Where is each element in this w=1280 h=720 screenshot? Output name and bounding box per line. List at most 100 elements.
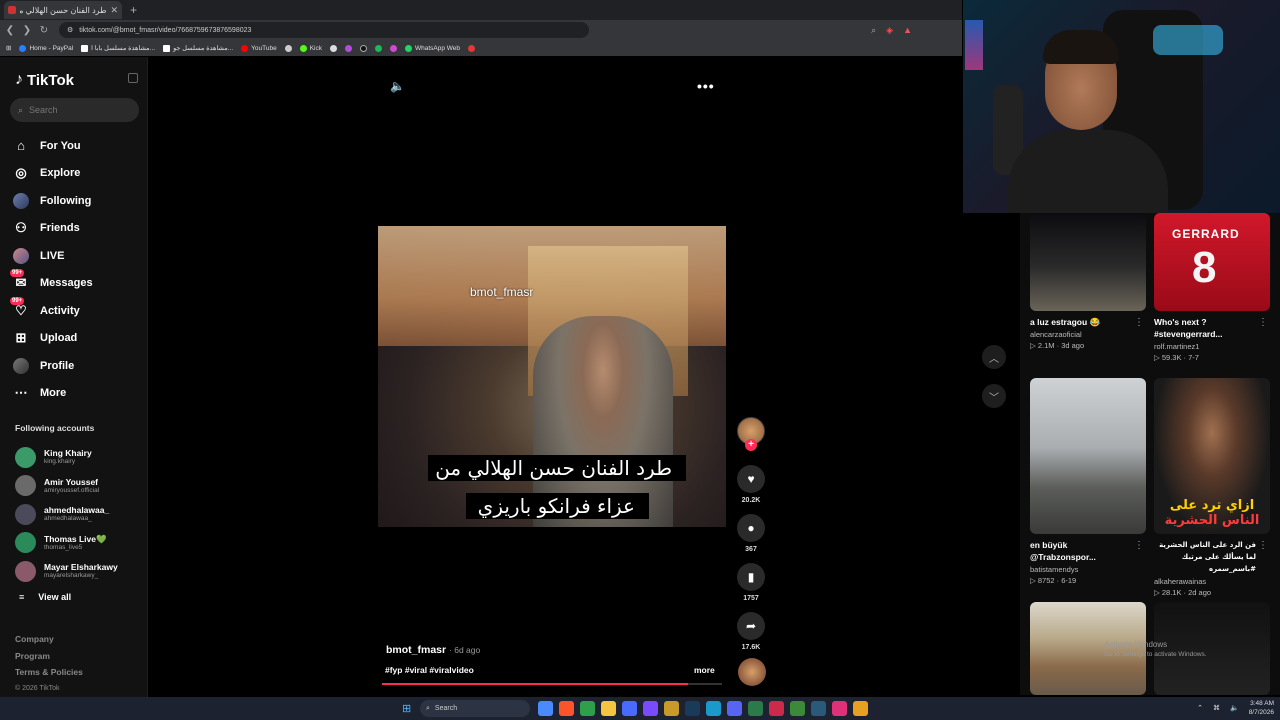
- more-button[interactable]: more: [694, 665, 715, 675]
- zoom-icon[interactable]: ⌕: [871, 25, 876, 36]
- video-player[interactable]: bmot_fmasr طرد الفنان حسن الهلالي من عزا…: [378, 226, 726, 527]
- share-button[interactable]: ➦ 17.6K: [735, 612, 767, 651]
- volume-tray-icon[interactable]: 🔈: [1230, 704, 1239, 712]
- nav-messages[interactable]: ✉ 99+ Messages: [10, 269, 142, 298]
- windows-start-icon[interactable]: ⊞: [402, 702, 411, 715]
- nav-more[interactable]: ⋯ More: [12, 380, 142, 408]
- new-tab-icon[interactable]: +: [130, 3, 137, 17]
- collapse-sidebar-icon[interactable]: [128, 73, 138, 83]
- site-info-icon[interactable]: ⚙: [67, 26, 73, 34]
- bookmark-misc-4[interactable]: [468, 44, 476, 52]
- bookmark-whatsapp[interactable]: WhatsApp Web: [404, 44, 460, 52]
- bookmark-series-1[interactable]: مشاهدة مسلسل بابا ا...: [81, 44, 155, 52]
- recommended-card[interactable]: GERRARD 8 Who's next ? #stevengerrard...…: [1154, 213, 1270, 362]
- following-item[interactable]: Amir Youssef amiryoussef.official: [15, 472, 143, 501]
- nav-profile[interactable]: Profile: [12, 352, 142, 380]
- video-progress-bar[interactable]: [382, 683, 722, 685]
- bookmark-icon: ▮: [737, 563, 765, 591]
- reload-icon[interactable]: ↻: [37, 25, 51, 36]
- bookmark-paypal[interactable]: Home - PayPal: [19, 44, 73, 52]
- footer-link-terms[interactable]: Terms & Policies: [15, 664, 83, 681]
- nav-for-you[interactable]: ⌂ For You: [12, 132, 142, 160]
- recommended-card[interactable]: a luz estragou 😂 ⋮ alencarzaoficial ▷ 2.1…: [1030, 213, 1146, 350]
- app-icon[interactable]: [769, 701, 784, 716]
- app-icon[interactable]: [580, 701, 595, 716]
- bookmark-spotify[interactable]: [374, 44, 382, 52]
- music-disc-icon[interactable]: [738, 658, 766, 686]
- forward-icon[interactable]: ❯: [20, 25, 34, 36]
- following-item[interactable]: Thomas Live💚 thomas_live5: [15, 529, 143, 558]
- follow-plus-icon[interactable]: +: [745, 439, 757, 451]
- bookmark-misc-2[interactable]: [344, 44, 352, 52]
- search-box[interactable]: ⌕: [10, 98, 139, 122]
- card-menu-icon[interactable]: ⋮: [1134, 540, 1144, 551]
- next-video-button[interactable]: ﹀: [982, 384, 1006, 408]
- video-author[interactable]: bmot_fmasr · 6d ago: [386, 644, 480, 656]
- brave-icon[interactable]: [559, 701, 574, 716]
- taskbar-apps: [538, 701, 868, 716]
- comment-button[interactable]: ● 367: [735, 514, 767, 553]
- app-icon[interactable]: [622, 701, 637, 716]
- back-icon[interactable]: ❮: [3, 25, 17, 36]
- bookmark-series-2[interactable]: مشاهدة مسلسل جو...: [163, 44, 233, 52]
- footer-link-company[interactable]: Company: [15, 631, 83, 648]
- following-item[interactable]: ahmedhalawaa_ ahmedhalawaa_: [15, 500, 143, 529]
- bookmark-tiktok[interactable]: [359, 44, 367, 52]
- following-item[interactable]: Mayar Elsharkawy mayarelsharkawy_: [15, 557, 143, 586]
- footer-link-program[interactable]: Program: [15, 648, 83, 665]
- save-button[interactable]: ▮ 1757: [735, 563, 767, 602]
- nav-upload[interactable]: ⊞ Upload: [12, 325, 142, 353]
- recommended-card[interactable]: en büyük @Trabzonspor... ⋮ batistamendys …: [1030, 378, 1146, 585]
- rewards-icon[interactable]: ▲: [903, 25, 912, 36]
- nav-activity[interactable]: ♡ 99+ Activity: [10, 296, 142, 325]
- tiktok-app-icon[interactable]: [832, 701, 847, 716]
- bookmark-kick[interactable]: Kick: [299, 44, 322, 52]
- app-icon[interactable]: [811, 701, 826, 716]
- nav-explore[interactable]: ◎ Explore: [12, 160, 142, 188]
- app-icon[interactable]: [643, 701, 658, 716]
- search-input[interactable]: [29, 105, 125, 115]
- tray-overflow-icon[interactable]: ⌃: [1197, 704, 1203, 712]
- app-icon[interactable]: [790, 701, 805, 716]
- steam-icon[interactable]: [685, 701, 700, 716]
- bookmark-misc-3[interactable]: [389, 44, 397, 52]
- browser-tab[interactable]: طرد الفنان حسن الهلالي من عز ✕: [4, 1, 122, 19]
- file-explorer-icon[interactable]: [601, 701, 616, 716]
- video-thumbnail[interactable]: [1030, 213, 1146, 311]
- like-button[interactable]: ♥ 20.2K: [735, 465, 767, 504]
- bookmark-ext[interactable]: [284, 44, 292, 52]
- nav-following[interactable]: Following: [12, 187, 142, 215]
- taskbar-search[interactable]: ⌕ Search: [420, 700, 530, 717]
- url-field[interactable]: ⚙ tiktok.com/@bmot_fmasr/video/766875967…: [59, 22, 589, 38]
- copilot-icon[interactable]: [538, 701, 553, 716]
- edge-icon[interactable]: [706, 701, 721, 716]
- previous-video-button[interactable]: ︿: [982, 345, 1006, 369]
- card-menu-icon[interactable]: ⋮: [1258, 540, 1268, 551]
- more-options-icon[interactable]: •••: [697, 78, 715, 94]
- clock[interactable]: 3:48 AM 8/7/2026: [1249, 699, 1274, 717]
- nav-friends[interactable]: ⚇ Friends: [12, 215, 142, 243]
- bookmark-youtube[interactable]: YouTube: [241, 44, 277, 52]
- close-tab-icon[interactable]: ✕: [110, 5, 118, 16]
- search-icon: ⌕: [18, 104, 24, 115]
- card-menu-icon[interactable]: ⋮: [1258, 317, 1268, 328]
- volume-icon[interactable]: 🔈: [390, 79, 405, 93]
- app-icon[interactable]: [664, 701, 679, 716]
- app-icon[interactable]: [748, 701, 763, 716]
- nav-live[interactable]: LIVE: [12, 242, 142, 270]
- view-all-button[interactable]: ≡ View all: [19, 592, 71, 602]
- brave-shield-icon[interactable]: ◈: [886, 25, 893, 36]
- video-hashtags[interactable]: #fyp #viral #viralvideo: [385, 665, 474, 675]
- apps-grid-icon[interactable]: ⊞: [6, 44, 11, 52]
- card-menu-icon[interactable]: ⋮: [1134, 317, 1144, 328]
- tiktok-logo[interactable]: ♪ TikTok: [15, 71, 74, 89]
- recommended-card[interactable]: ازاي ترد على الناس الحشرية فن الرد على ال…: [1154, 378, 1270, 597]
- following-item[interactable]: King Khairy king.khairy: [15, 443, 143, 472]
- video-thumbnail[interactable]: GERRARD 8: [1154, 213, 1270, 311]
- network-icon[interactable]: ⌘: [1213, 704, 1220, 712]
- bookmark-misc-1[interactable]: [329, 44, 337, 52]
- video-thumbnail[interactable]: [1030, 378, 1146, 534]
- video-thumbnail[interactable]: ازاي ترد على الناس الحشرية: [1154, 378, 1270, 534]
- discord-icon[interactable]: [727, 701, 742, 716]
- chrome-icon[interactable]: [853, 701, 868, 716]
